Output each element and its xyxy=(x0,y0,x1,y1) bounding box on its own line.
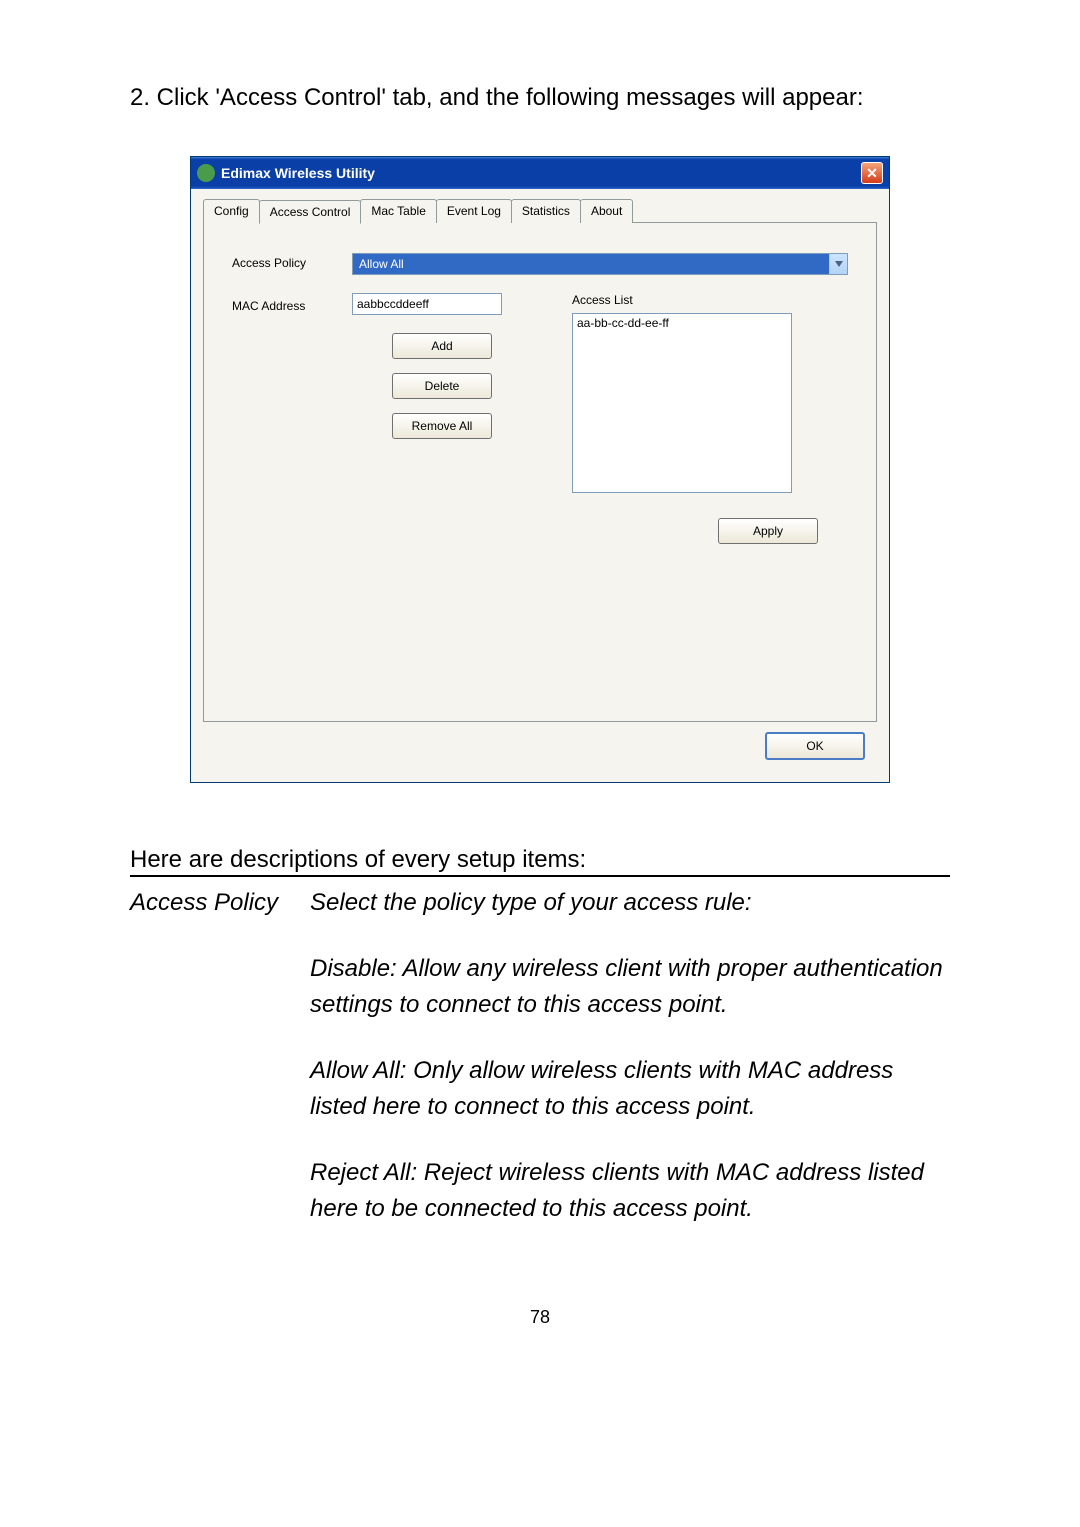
dialog-footer: OK xyxy=(203,722,877,770)
tab-event-log[interactable]: Event Log xyxy=(436,199,512,223)
desc-intro: Here are descriptions of every setup ite… xyxy=(130,846,586,873)
tab-mac-table[interactable]: Mac Table xyxy=(360,199,436,223)
close-button[interactable]: ✕ xyxy=(861,162,883,184)
dropdown-selected: Allow All xyxy=(353,254,829,274)
desc-lead: Select the policy type of your access ru… xyxy=(310,885,950,921)
close-icon: ✕ xyxy=(866,166,878,180)
access-listbox[interactable]: aa-bb-cc-dd-ee-ff xyxy=(572,313,792,493)
intro-text: 2. Click 'Access Control' tab, and the f… xyxy=(130,80,950,116)
page-number: 78 xyxy=(130,1307,950,1328)
access-policy-dropdown[interactable]: Allow All xyxy=(352,253,848,275)
mac-address-input[interactable] xyxy=(352,293,502,315)
titlebar-text: Edimax Wireless Utility xyxy=(221,165,375,181)
delete-button[interactable]: Delete xyxy=(392,373,492,399)
left-col: MAC Address Add Delete Remove All xyxy=(232,293,532,453)
dialog-window: Edimax Wireless Utility ✕ Config Access … xyxy=(190,156,890,783)
desc-para-allow: Allow All: Only allow wireless clients w… xyxy=(310,1053,950,1125)
titlebar: Edimax Wireless Utility ✕ xyxy=(191,157,889,189)
access-list-label: Access List xyxy=(572,293,848,307)
access-policy-label: Access Policy xyxy=(232,253,352,270)
access-policy-row: Access Policy Allow All xyxy=(232,253,848,275)
remove-all-button[interactable]: Remove All xyxy=(392,413,492,439)
tab-strip: Config Access Control Mac Table Event Lo… xyxy=(203,199,877,223)
desc-para-disable: Disable: Allow any wireless client with … xyxy=(310,951,950,1023)
mac-address-label: MAC Address xyxy=(232,296,352,313)
desc-para-reject: Reject All: Reject wireless clients with… xyxy=(310,1155,950,1227)
tab-panel: Access Policy Allow All MAC Address Add xyxy=(203,222,877,722)
apply-wrap: Apply xyxy=(572,518,848,544)
tab-config[interactable]: Config xyxy=(203,199,260,223)
description-row: Access Policy Select the policy type of … xyxy=(130,885,950,1257)
add-button[interactable]: Add xyxy=(392,333,492,359)
tab-about[interactable]: About xyxy=(580,199,633,223)
titlebar-left: Edimax Wireless Utility xyxy=(197,164,375,182)
tab-statistics[interactable]: Statistics xyxy=(511,199,581,223)
desc-body: Select the policy type of your access ru… xyxy=(310,885,950,1257)
ok-button[interactable]: OK xyxy=(765,732,865,760)
chevron-down-icon xyxy=(829,254,847,274)
right-col: Access List aa-bb-cc-dd-ee-ff Apply xyxy=(532,293,848,544)
tab-access-control[interactable]: Access Control xyxy=(259,200,362,224)
button-column: Add Delete Remove All xyxy=(352,333,532,439)
dialog-body: Config Access Control Mac Table Event Lo… xyxy=(191,189,889,782)
mac-address-row: MAC Address xyxy=(232,293,532,315)
app-icon xyxy=(197,164,215,182)
list-item[interactable]: aa-bb-cc-dd-ee-ff xyxy=(577,316,787,330)
mac-section: MAC Address Add Delete Remove All Access… xyxy=(232,293,848,544)
apply-button[interactable]: Apply xyxy=(718,518,818,544)
desc-label: Access Policy xyxy=(130,885,310,921)
